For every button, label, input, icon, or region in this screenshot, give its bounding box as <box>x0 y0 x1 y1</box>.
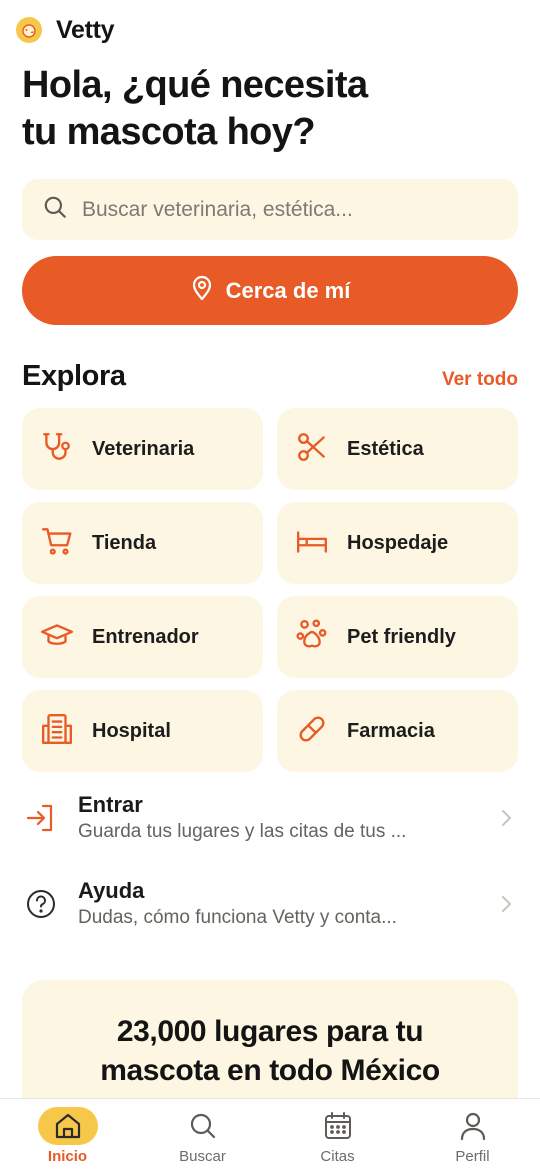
promo-title: 23,000 lugares para tu mascota en todo M… <box>22 1012 518 1090</box>
tab-perfil[interactable]: Perfil <box>405 1099 540 1169</box>
tab-buscar[interactable]: Buscar <box>135 1099 270 1169</box>
help-row[interactable]: Ayuda Dudas, cómo funciona Vetty y conta… <box>22 872 518 936</box>
login-row[interactable]: Entrar Guarda tus lugares y las citas de… <box>22 786 518 850</box>
bottom-tab-bar: Inicio Buscar Citas Perfil <box>0 1098 540 1169</box>
search-icon <box>42 194 68 225</box>
cart-icon <box>40 524 74 563</box>
tab-label: Inicio <box>47 1148 88 1165</box>
bed-icon <box>295 524 329 563</box>
category-label: Hospedaje <box>347 531 449 554</box>
category-label: Veterinaria <box>92 437 195 460</box>
near-me-button[interactable]: Cerca de mí <box>22 256 518 325</box>
category-label: Estética <box>347 437 424 460</box>
category-label: Hospital <box>92 719 171 742</box>
user-icon <box>443 1107 503 1145</box>
search-bar[interactable] <box>22 179 518 240</box>
explore-header: Explora Ver todo <box>22 360 518 393</box>
help-icon <box>22 888 60 920</box>
category-estetica[interactable]: Estética <box>277 408 518 490</box>
category-label: Entrenador <box>92 625 199 648</box>
search-icon <box>173 1107 233 1145</box>
hospital-icon <box>40 712 74 751</box>
pill-icon <box>295 712 329 751</box>
paw-icon <box>295 618 329 657</box>
login-title: Entrar <box>78 792 143 817</box>
tab-label: Citas <box>320 1148 355 1165</box>
search-input[interactable] <box>82 197 502 222</box>
category-hospital[interactable]: Hospital <box>22 690 263 772</box>
category-tienda[interactable]: Tienda <box>22 502 263 584</box>
promo-line-1: 23,000 lugares para tu <box>116 1015 424 1048</box>
vetty-logo-icon <box>16 17 42 43</box>
page-title: Hola, ¿qué necesita tu mascota hoy? <box>22 62 502 156</box>
chevron-right-icon <box>494 808 518 828</box>
login-icon <box>22 802 60 834</box>
help-title: Ayuda <box>78 878 145 903</box>
page-title-line-2: tu mascota hoy? <box>22 111 316 153</box>
tab-inicio[interactable]: Inicio <box>0 1099 135 1169</box>
chevron-right-icon <box>494 894 518 914</box>
promo-line-2: mascota en todo México <box>100 1054 440 1087</box>
category-grid: Veterinaria Estética Tienda Hospedaje En… <box>22 408 518 772</box>
promo-card: 23,000 lugares para tu mascota en todo M… <box>22 980 518 1110</box>
tab-citas[interactable]: Citas <box>270 1099 405 1169</box>
location-pin-icon <box>190 275 214 307</box>
tab-label: Perfil <box>455 1148 490 1165</box>
category-entrenador[interactable]: Entrenador <box>22 596 263 678</box>
see-all-link[interactable]: Ver todo <box>442 369 518 391</box>
near-me-label: Cerca de mí <box>225 277 351 303</box>
category-label: Farmacia <box>347 719 435 742</box>
explore-title: Explora <box>22 360 126 392</box>
tab-label: Buscar <box>179 1148 226 1165</box>
category-hospedaje[interactable]: Hospedaje <box>277 502 518 584</box>
scissors-icon <box>295 430 329 469</box>
calendar-icon <box>308 1107 368 1145</box>
category-farmacia[interactable]: Farmacia <box>277 690 518 772</box>
app-name: Vetty <box>56 15 115 44</box>
page-title-line-1: Hola, ¿qué necesita <box>22 64 368 106</box>
help-subtitle: Dudas, cómo funciona Vetty y conta... <box>78 907 397 928</box>
stethoscope-icon <box>40 430 74 469</box>
category-veterinaria[interactable]: Veterinaria <box>22 408 263 490</box>
category-pet-friendly[interactable]: Pet friendly <box>277 596 518 678</box>
graduation-cap-icon <box>40 618 74 657</box>
app-header: Vetty <box>16 14 115 46</box>
login-subtitle: Guarda tus lugares y las citas de tus ..… <box>78 821 407 842</box>
category-label: Pet friendly <box>347 625 456 648</box>
category-label: Tienda <box>92 531 157 554</box>
home-icon <box>37 1107 98 1145</box>
